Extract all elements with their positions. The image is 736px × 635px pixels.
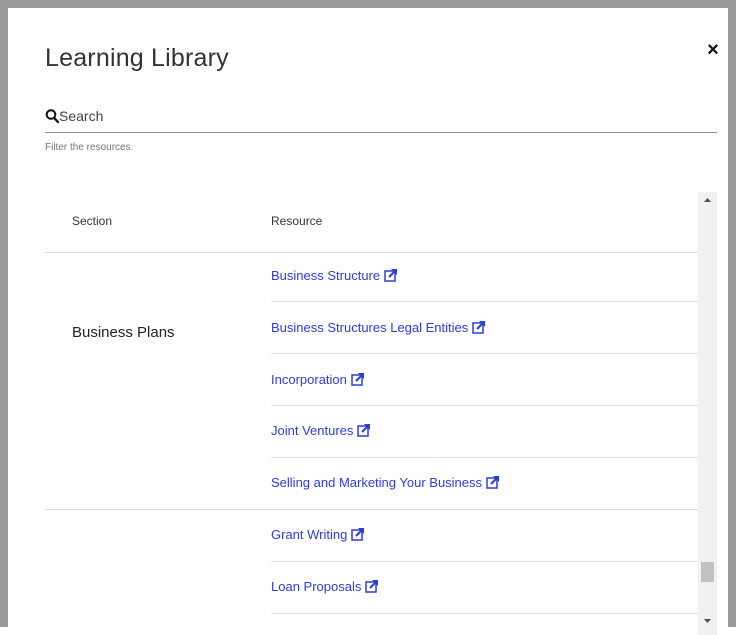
resource-link-business-structures-legal-entities[interactable]: Business Structures Legal Entities	[271, 320, 486, 335]
resource-link-incorporation[interactable]: Incorporation	[271, 372, 365, 387]
resource-link-business-structure[interactable]: Business Structure	[271, 268, 398, 283]
column-header-section: Section	[72, 214, 113, 228]
row-divider	[271, 353, 698, 354]
column-header-resource: Resource	[271, 214, 323, 228]
resource-link-grant-writing[interactable]: Grant Writing	[271, 527, 365, 542]
scroll-up-arrow-icon[interactable]	[698, 192, 717, 208]
resource-label[interactable]: Grant Writing	[271, 527, 347, 542]
resource-label[interactable]: Selling and Marketing Your Business	[271, 475, 482, 490]
search-hint: Filter the resources.	[45, 142, 134, 153]
search-input[interactable]	[59, 104, 699, 128]
row-divider	[271, 561, 698, 562]
external-link-icon	[365, 580, 379, 593]
scrollbar-thumb[interactable]	[701, 562, 714, 582]
external-link-icon	[472, 321, 486, 334]
row-divider	[271, 405, 698, 406]
resource-link-loan-proposals[interactable]: Loan Proposals	[271, 579, 379, 594]
resources-table: Section Resource Business Plans Business…	[45, 192, 698, 635]
external-link-icon	[351, 373, 364, 386]
resource-label[interactable]: Incorporation	[271, 372, 347, 387]
external-link-icon	[486, 476, 500, 489]
search-field[interactable]	[45, 104, 717, 133]
close-button[interactable]: ×	[701, 38, 725, 62]
row-divider	[271, 613, 698, 614]
learning-library-dialog: Learning Library × Filter the resources.…	[0, 0, 736, 635]
dialog-title: Learning Library	[45, 44, 229, 72]
resource-link-joint-ventures[interactable]: Joint Ventures	[271, 423, 371, 438]
header-divider	[45, 252, 698, 253]
resource-label[interactable]: Business Structures Legal Entities	[271, 320, 468, 335]
resource-label[interactable]: Business Structure	[271, 268, 380, 283]
group-divider	[45, 509, 698, 510]
external-link-icon	[384, 269, 398, 282]
resource-label[interactable]: Loan Proposals	[271, 579, 361, 594]
close-icon[interactable]: ×	[707, 39, 719, 61]
table-scrollbar[interactable]	[698, 192, 717, 635]
resource-link-selling-and-marketing[interactable]: Selling and Marketing Your Business	[271, 475, 500, 490]
row-divider	[271, 457, 698, 458]
row-divider	[271, 301, 698, 302]
external-link-icon	[357, 424, 371, 437]
search-icon	[45, 109, 59, 124]
section-business-plans: Business Plans	[72, 324, 175, 341]
external-link-icon	[351, 528, 365, 541]
resource-label[interactable]: Joint Ventures	[271, 423, 353, 438]
